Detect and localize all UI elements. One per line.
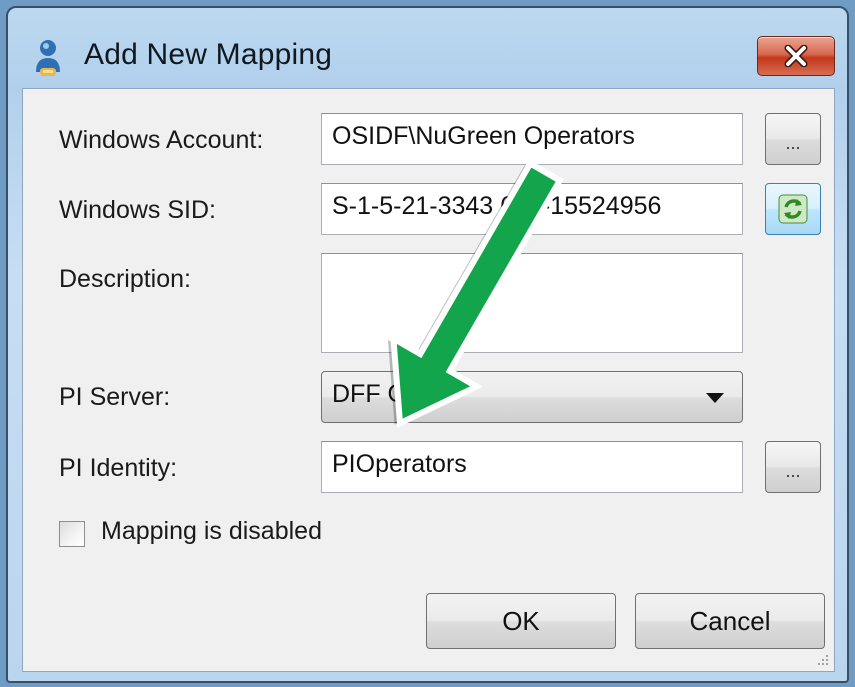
resize-grip-icon[interactable]: [814, 651, 830, 667]
description-label: Description:: [59, 265, 191, 293]
pi-server-selected-value: DFF ORC: [332, 380, 444, 408]
windows-account-label: Windows Account:: [59, 126, 264, 154]
cancel-button[interactable]: Cancel: [635, 593, 825, 649]
pi-server-label: PI Server:: [59, 383, 171, 411]
user-mapping-icon: [36, 40, 60, 76]
title-bar[interactable]: Add New Mapping: [8, 8, 847, 86]
ok-button[interactable]: OK: [426, 593, 616, 649]
refresh-sid-button[interactable]: [765, 183, 821, 235]
pi-identity-input[interactable]: PIOperators: [321, 441, 743, 493]
pi-identity-label: PI Identity:: [59, 454, 178, 482]
pi-identity-browse-button[interactable]: ...: [765, 441, 821, 493]
windows-sid-input[interactable]: S-1-5-21-3343 656-15524956: [321, 183, 743, 235]
windows-account-browse-button[interactable]: ...: [765, 113, 821, 165]
dialog-body: Windows Account: OSIDF\NuGreen Operators…: [22, 88, 835, 672]
chevron-down-icon: [706, 393, 724, 403]
dialog-window: Add New Mapping Windows Account: OSIDF\N…: [6, 6, 849, 683]
windows-account-input[interactable]: OSIDF\NuGreen Operators: [321, 113, 743, 165]
windows-sid-label: Windows SID:: [59, 196, 216, 224]
refresh-icon: [778, 194, 808, 224]
close-icon: [784, 45, 808, 67]
mapping-disabled-checkbox[interactable]: [59, 521, 85, 547]
mapping-disabled-label: Mapping is disabled: [101, 517, 322, 545]
pi-server-dropdown[interactable]: DFF ORC: [321, 371, 743, 423]
close-button[interactable]: [757, 36, 835, 76]
dialog-title: Add New Mapping: [84, 38, 333, 71]
description-input[interactable]: [321, 253, 743, 353]
